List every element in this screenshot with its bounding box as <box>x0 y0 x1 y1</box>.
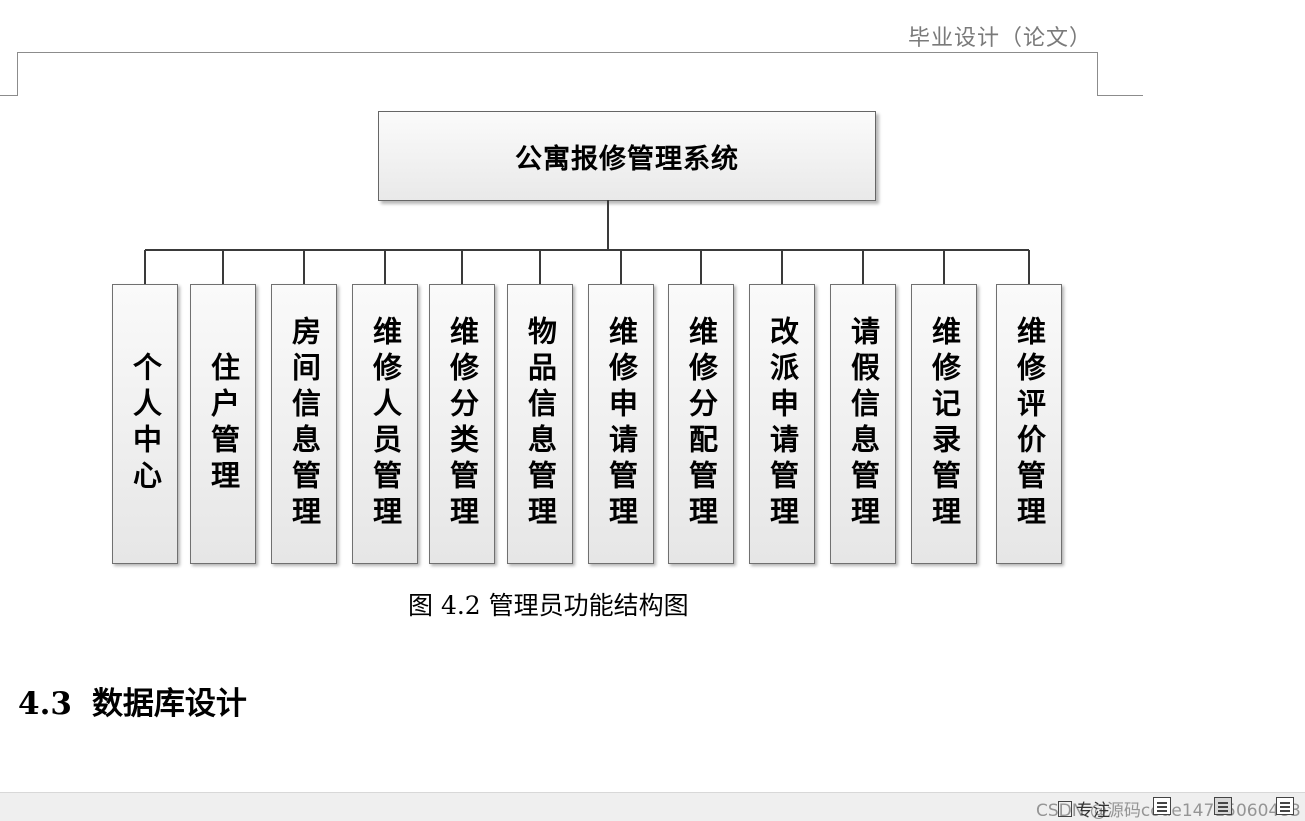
child-node-label: 个人中心 <box>128 352 163 496</box>
section-heading: 4.3 数据库设计 <box>18 678 247 723</box>
print-layout-icon[interactable] <box>1214 797 1232 815</box>
child-node-label: 维修人员管理 <box>368 316 403 532</box>
child-connector <box>461 250 463 284</box>
root-node: 公寓报修管理系统 <box>378 111 876 201</box>
child-node: 维修分类管理 <box>429 284 495 564</box>
header-right-tick <box>1097 52 1098 96</box>
child-connector <box>222 250 224 284</box>
horizontal-bus <box>145 249 1029 251</box>
child-node-label: 维修分类管理 <box>445 316 480 532</box>
child-node-label: 改派申请管理 <box>765 316 800 532</box>
header-right-mark <box>1097 95 1143 96</box>
root-connector <box>607 200 609 250</box>
child-node: 请假信息管理 <box>830 284 896 564</box>
focus-label: 专注 <box>1076 801 1110 821</box>
header-rule <box>17 52 1097 53</box>
child-node: 维修申请管理 <box>588 284 654 564</box>
child-connector <box>303 250 305 284</box>
read-mode-icon[interactable] <box>1153 797 1171 815</box>
focus-icon <box>1058 800 1072 817</box>
child-node-label: 房间信息管理 <box>287 316 322 532</box>
child-connector <box>144 250 146 284</box>
child-node: 维修评价管理 <box>996 284 1062 564</box>
child-connector <box>781 250 783 284</box>
child-node-label: 物品信息管理 <box>523 316 558 532</box>
figure-caption: 图 4.2 管理员功能结构图 <box>408 591 689 620</box>
child-node-label: 维修评价管理 <box>1012 316 1047 532</box>
focus-mode-button[interactable]: 专注 <box>1058 796 1110 821</box>
root-node-label: 公寓报修管理系统 <box>515 143 739 175</box>
child-node: 维修记录管理 <box>911 284 977 564</box>
child-node-label: 住户管理 <box>206 352 241 496</box>
child-node-label: 维修分配管理 <box>684 316 719 532</box>
child-node-label: 维修申请管理 <box>604 316 639 532</box>
child-node: 物品信息管理 <box>507 284 573 564</box>
child-node: 房间信息管理 <box>271 284 337 564</box>
child-node: 住户管理 <box>190 284 256 564</box>
child-connector <box>862 250 864 284</box>
page-header: 毕业设计（论文） <box>908 26 1093 51</box>
child-node: 维修人员管理 <box>352 284 418 564</box>
header-left-tick <box>17 52 18 96</box>
child-node-label: 请假信息管理 <box>846 316 881 532</box>
child-node: 个人中心 <box>112 284 178 564</box>
child-node: 改派申请管理 <box>749 284 815 564</box>
web-layout-icon[interactable] <box>1276 797 1294 815</box>
child-connector <box>1028 250 1030 284</box>
header-left-mark <box>0 95 17 96</box>
child-connector <box>700 250 702 284</box>
child-node: 维修分配管理 <box>668 284 734 564</box>
child-connector <box>943 250 945 284</box>
child-node-label: 维修记录管理 <box>927 316 962 532</box>
section-number: 4.3 <box>18 686 72 722</box>
child-connector <box>539 250 541 284</box>
section-title: 数据库设计 <box>91 686 247 722</box>
child-connector <box>384 250 386 284</box>
child-connector <box>620 250 622 284</box>
